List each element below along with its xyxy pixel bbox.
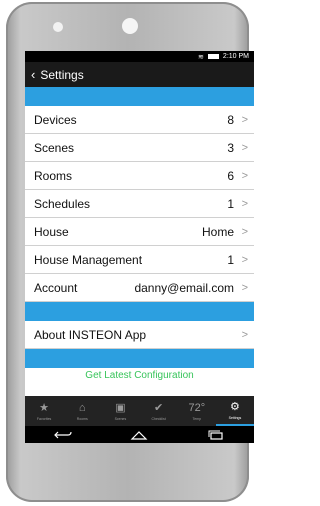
tab-label: Scenes <box>114 417 127 421</box>
checkmark-icon: ✔ <box>153 402 164 414</box>
tab-label: Rooms <box>76 417 88 421</box>
settings-row-about[interactable]: About INSTEON App > <box>25 321 254 349</box>
status-bar: ≋ 2:10 PM <box>25 51 254 62</box>
row-value: Home <box>201 224 234 239</box>
chevron-right-icon: > <box>241 328 248 341</box>
section-divider <box>25 349 254 368</box>
chevron-right-icon: > <box>241 113 248 126</box>
gear-icon: ⚙ <box>230 401 240 413</box>
row-label: Devices <box>34 112 77 127</box>
settings-row-devices[interactable]: Devices 8 > <box>25 106 254 134</box>
settings-row-scenes[interactable]: Scenes 3 > <box>25 134 254 162</box>
tab-bar: ★ Favorites ⌂ Rooms ▣ Scenes ✔ Checklist… <box>25 396 254 426</box>
tab-favorites[interactable]: ★ Favorites <box>25 396 63 426</box>
settings-row-rooms[interactable]: Rooms 6 > <box>25 162 254 190</box>
temperature-readout: 72° <box>188 402 206 414</box>
settings-row-house-management[interactable]: House Management 1 > <box>25 246 254 274</box>
row-value: 1 <box>227 252 234 267</box>
scenes-icon: ▣ <box>115 402 126 414</box>
settings-row-account[interactable]: Account danny@email.com > <box>25 274 254 302</box>
section-divider <box>25 302 254 321</box>
chevron-right-icon: > <box>241 141 248 154</box>
speaker <box>53 22 63 32</box>
row-label: Schedules <box>34 196 91 211</box>
android-nav-bar <box>25 426 254 443</box>
chevron-right-icon: > <box>241 281 248 294</box>
tab-label: Checklist <box>151 417 166 421</box>
settings-row-house[interactable]: House Home > <box>25 218 254 246</box>
app-bar: ‹ Settings <box>25 62 254 87</box>
row-value: 3 <box>227 140 234 155</box>
chevron-right-icon: > <box>241 169 248 182</box>
row-value: 1 <box>227 196 234 211</box>
wifi-icon: ≋ <box>198 53 204 61</box>
back-nav-icon[interactable] <box>54 430 72 440</box>
status-time: 2:10 PM <box>222 53 249 60</box>
home-nav-icon[interactable] <box>130 430 148 440</box>
tab-label: Temp <box>192 417 202 421</box>
page-title: Settings <box>40 67 84 82</box>
row-value: 8 <box>227 112 234 127</box>
recents-nav-icon[interactable] <box>207 430 225 440</box>
screen: ≋ 2:10 PM ‹ Settings Devices 8 > Scenes … <box>25 51 254 443</box>
tab-temp[interactable]: 72° Temp <box>178 396 216 426</box>
battery-icon <box>207 54 219 59</box>
row-value: 6 <box>227 168 234 183</box>
star-icon: ★ <box>39 402 50 414</box>
section-divider <box>25 87 254 106</box>
get-latest-configuration-button[interactable]: Get Latest Configuration <box>25 368 254 382</box>
row-label: About INSTEON App <box>34 327 147 342</box>
tab-checklist[interactable]: ✔ Checklist <box>140 396 178 426</box>
row-label: Scenes <box>34 140 75 155</box>
row-label: Rooms <box>34 168 73 183</box>
camera <box>122 18 138 34</box>
tab-label: Favorites <box>36 417 52 421</box>
tab-label: Settings <box>228 416 242 420</box>
settings-row-schedules[interactable]: Schedules 1 > <box>25 190 254 218</box>
row-label: House <box>34 224 69 239</box>
chevron-right-icon: > <box>241 225 248 238</box>
chevron-right-icon: > <box>241 197 248 210</box>
back-icon[interactable]: ‹ <box>31 67 35 82</box>
row-label: House Management <box>34 252 143 267</box>
row-label: Account <box>34 280 78 295</box>
chevron-right-icon: > <box>241 253 248 266</box>
tab-rooms[interactable]: ⌂ Rooms <box>63 396 101 426</box>
home-icon: ⌂ <box>78 402 86 414</box>
tab-scenes[interactable]: ▣ Scenes <box>101 396 139 426</box>
row-value: danny@email.com <box>134 280 234 295</box>
tab-settings[interactable]: ⚙ Settings <box>215 396 254 426</box>
